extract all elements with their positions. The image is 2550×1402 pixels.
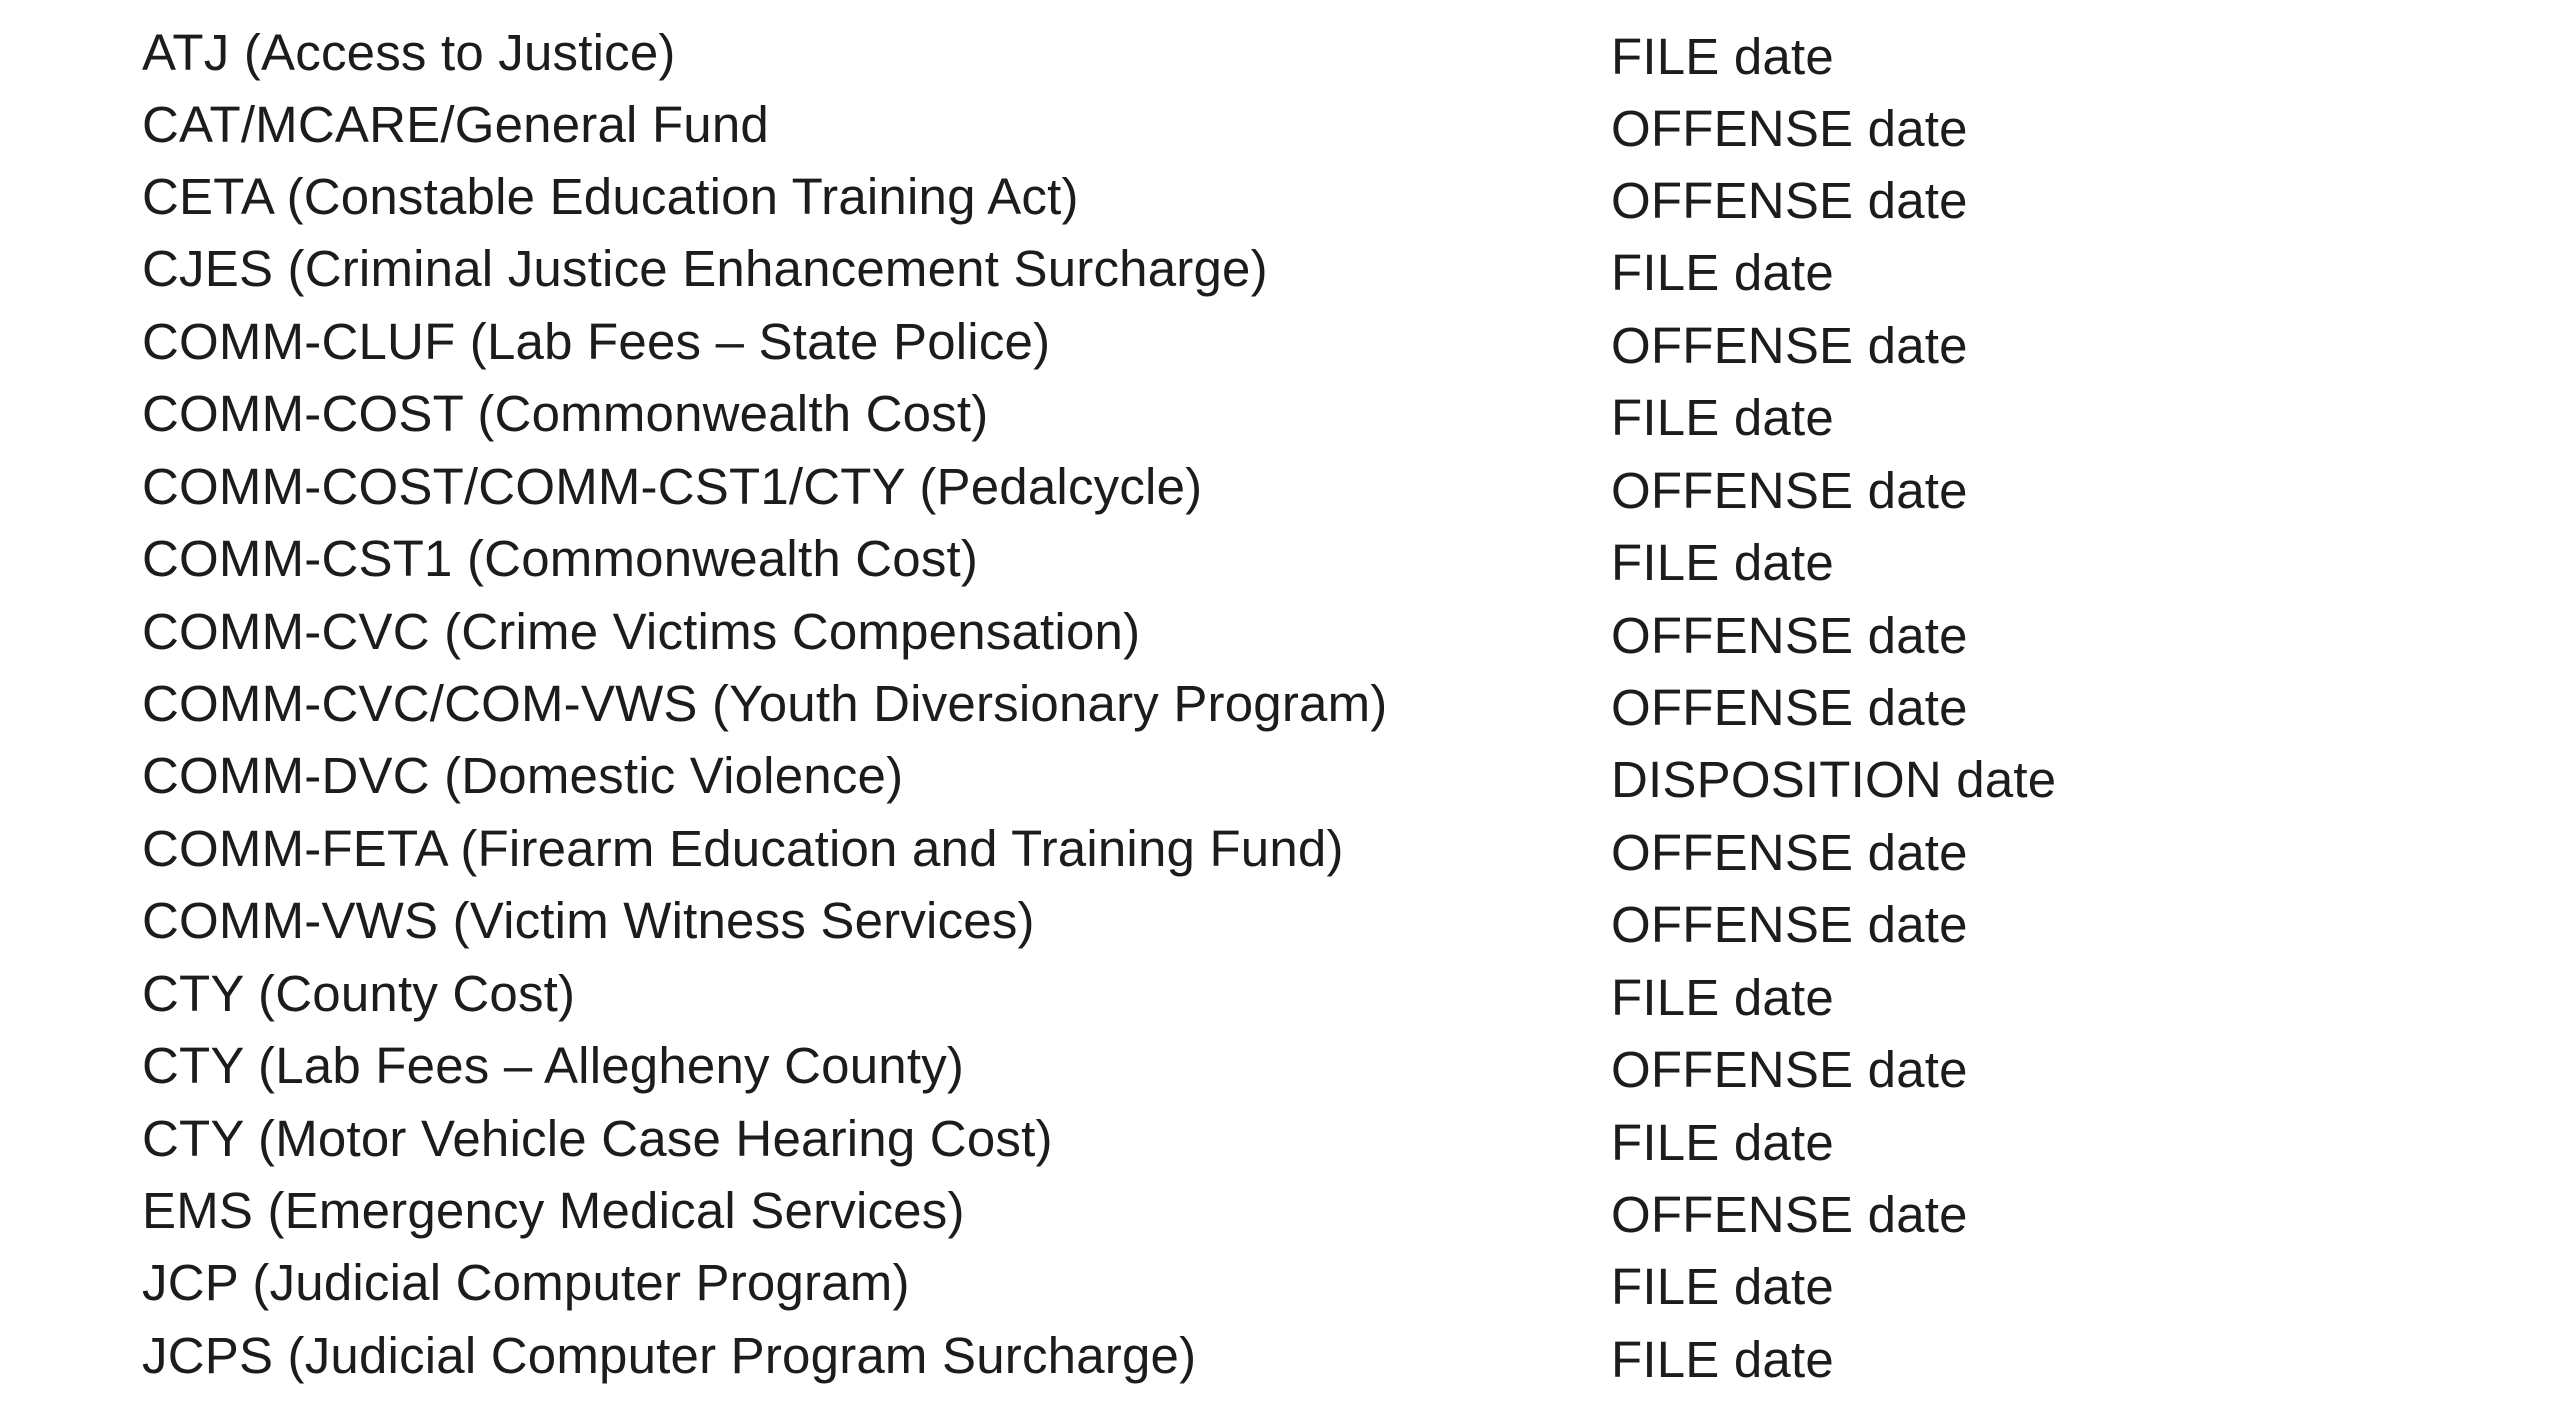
list-item: COMM-CLUF (Lab Fees – State Police) OFFE… — [0, 306, 2550, 378]
fee-date-basis: OFFENSE date — [1611, 462, 1968, 519]
fee-date-basis: OFFENSE date — [1611, 172, 1968, 229]
fee-name: ATJ (Access to Justice) — [142, 24, 676, 81]
list-item: COMM-COST (Commonwealth Cost) FILE date — [0, 378, 2550, 450]
fee-name: CETA (Constable Education Training Act) — [142, 168, 1079, 225]
fee-date-basis: OFFENSE date — [1611, 607, 1968, 664]
list-item: CAT/MCARE/General Fund OFFENSE date — [0, 89, 2550, 161]
fee-name: COMM-CVC (Crime Victims Compensation) — [142, 603, 1141, 660]
list-item: COMM-CVC/COM-VWS (Youth Diversionary Pro… — [0, 668, 2550, 740]
list-item: COMM-VWS (Victim Witness Services) OFFEN… — [0, 885, 2550, 957]
fee-name: COMM-CVC/COM-VWS (Youth Diversionary Pro… — [142, 675, 1388, 732]
list-item: COMM-CVC (Crime Victims Compensation) OF… — [0, 596, 2550, 668]
fee-name: CJES (Criminal Justice Enhancement Surch… — [142, 240, 1268, 297]
fee-name: COMM-DVC (Domestic Violence) — [142, 747, 904, 804]
list-item: CTY (Lab Fees – Allegheny County) OFFENS… — [0, 1030, 2550, 1102]
fee-date-basis: OFFENSE date — [1611, 679, 1968, 736]
list-item: ATJ (Access to Justice) FILE date — [0, 17, 2550, 89]
fee-name: CTY (Lab Fees – Allegheny County) — [142, 1037, 965, 1094]
fee-date-basis: FILE date — [1611, 28, 1834, 85]
fee-name: COMM-VWS (Victim Witness Services) — [142, 892, 1035, 949]
fee-name: CTY (Motor Vehicle Case Hearing Cost) — [142, 1110, 1053, 1167]
fee-date-basis: DISPOSITION date — [1611, 751, 2057, 808]
fee-date-basis: OFFENSE date — [1611, 1186, 1968, 1243]
list-item: COMM-DVC (Domestic Violence) DISPOSITION… — [0, 740, 2550, 812]
list-item: CJES (Criminal Justice Enhancement Surch… — [0, 233, 2550, 305]
list-item: CTY (County Cost) FILE date — [0, 958, 2550, 1030]
list-item: COMM-CST1 (Commonwealth Cost) FILE date — [0, 523, 2550, 595]
list-item: COMM-FETA (Firearm Education and Trainin… — [0, 813, 2550, 885]
fee-date-basis: FILE date — [1611, 244, 1834, 301]
fee-date-basis: OFFENSE date — [1611, 100, 1968, 157]
fee-date-basis: OFFENSE date — [1611, 824, 1968, 881]
fee-name: JCP (Judicial Computer Program) — [142, 1254, 910, 1311]
fee-name: COMM-CLUF (Lab Fees – State Police) — [142, 313, 1051, 370]
list-item: COMM-COST/COMM-CST1/CTY (Pedalcycle) OFF… — [0, 451, 2550, 523]
fee-date-basis: OFFENSE date — [1611, 896, 1968, 953]
fee-date-basis: OFFENSE date — [1611, 317, 1968, 374]
list-item: JCPS (Judicial Computer Program Surcharg… — [0, 1320, 2550, 1392]
fee-date-basis: FILE date — [1611, 534, 1834, 591]
fee-date-basis: FILE date — [1611, 389, 1834, 446]
fee-name: COMM-COST (Commonwealth Cost) — [142, 385, 989, 442]
list-item: CTY (Motor Vehicle Case Hearing Cost) FI… — [0, 1103, 2550, 1175]
fee-date-basis: FILE date — [1611, 1331, 1834, 1388]
fee-name: COMM-COST/COMM-CST1/CTY (Pedalcycle) — [142, 458, 1203, 515]
fee-date-basis: FILE date — [1611, 1114, 1834, 1171]
fee-date-basis: FILE date — [1611, 969, 1834, 1026]
list-item: JCP (Judicial Computer Program) FILE dat… — [0, 1247, 2550, 1319]
fee-name: CTY (County Cost) — [142, 965, 576, 1022]
list-item: EMS (Emergency Medical Services) OFFENSE… — [0, 1175, 2550, 1247]
fee-date-basis: OFFENSE date — [1611, 1041, 1968, 1098]
fee-name: COMM-CST1 (Commonwealth Cost) — [142, 530, 979, 587]
fee-name: EMS (Emergency Medical Services) — [142, 1182, 965, 1239]
list-item: CETA (Constable Education Training Act) … — [0, 161, 2550, 233]
fee-date-list: ATJ (Access to Justice) FILE date CAT/MC… — [0, 0, 2550, 1402]
fee-name: JCPS (Judicial Computer Program Surcharg… — [142, 1327, 1197, 1384]
fee-name: CAT/MCARE/General Fund — [142, 96, 769, 153]
fee-name: COMM-FETA (Firearm Education and Trainin… — [142, 820, 1344, 877]
fee-date-basis: FILE date — [1611, 1258, 1834, 1315]
